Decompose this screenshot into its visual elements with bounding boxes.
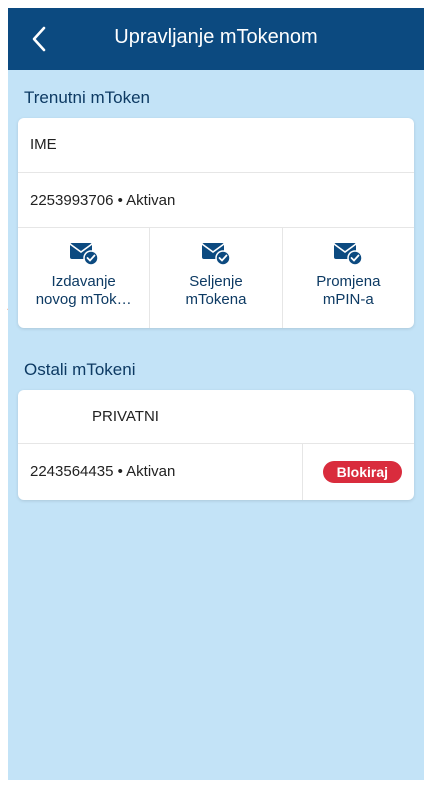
app-header: Upravljanje mTokenom — [8, 8, 424, 70]
other-token-name: PRIVATNI — [92, 408, 159, 425]
page-title: Upravljanje mTokenom — [114, 26, 318, 48]
token-name-row: IME — [18, 118, 414, 173]
other-token-name-row: PRIVATNI — [18, 390, 414, 444]
action-label-line1: Promjena — [316, 273, 381, 290]
screen: Upravljanje mTokenom Trenutni mToken IME… — [8, 8, 424, 780]
token-status-row: 2253993706 • Aktivan — [18, 173, 414, 228]
row-divider — [302, 444, 303, 500]
section-title-current: Trenutni mToken — [24, 88, 150, 107]
mail-check-icon — [333, 243, 364, 266]
action-label-line2: mPIN-a — [322, 291, 374, 308]
mail-check-icon — [201, 243, 231, 266]
change-mpin-button[interactable]: Promjena mPIN-a — [283, 228, 414, 328]
token-number-status: 2253993706 • Aktivan — [30, 192, 176, 209]
action-label-line1: Izdavanje — [51, 273, 116, 290]
issue-new-mtoken-button[interactable]: Izdavanje novog mTok… — [18, 228, 151, 328]
block-button[interactable]: Blokiraj — [322, 461, 402, 483]
move-mtoken-button[interactable]: Seljenje mTokena — [150, 228, 283, 328]
action-label-line2: mTokena — [185, 291, 247, 308]
action-label-line2: novog mTok… — [35, 291, 132, 308]
other-token-number-status: 2243564435 • Aktivan — [30, 463, 176, 480]
back-button[interactable] — [22, 22, 56, 56]
token-actions: Izdavanje novog mTok… Seljenje mTokena P… — [18, 228, 414, 328]
action-label-line1: Seljenje — [189, 273, 243, 290]
section-title-others: Ostali mTokeni — [24, 360, 136, 379]
current-token-card: IME 2253993706 • Aktivan Izdavanje novog… — [18, 118, 414, 328]
other-tokens-card: PRIVATNI 2243564435 • Aktivan Blokiraj — [18, 390, 414, 500]
token-name: IME — [30, 136, 57, 153]
other-token-status-row: 2243564435 • Aktivan Blokiraj — [18, 444, 414, 500]
mail-check-icon — [69, 243, 99, 266]
chevron-left-icon — [32, 26, 46, 52]
